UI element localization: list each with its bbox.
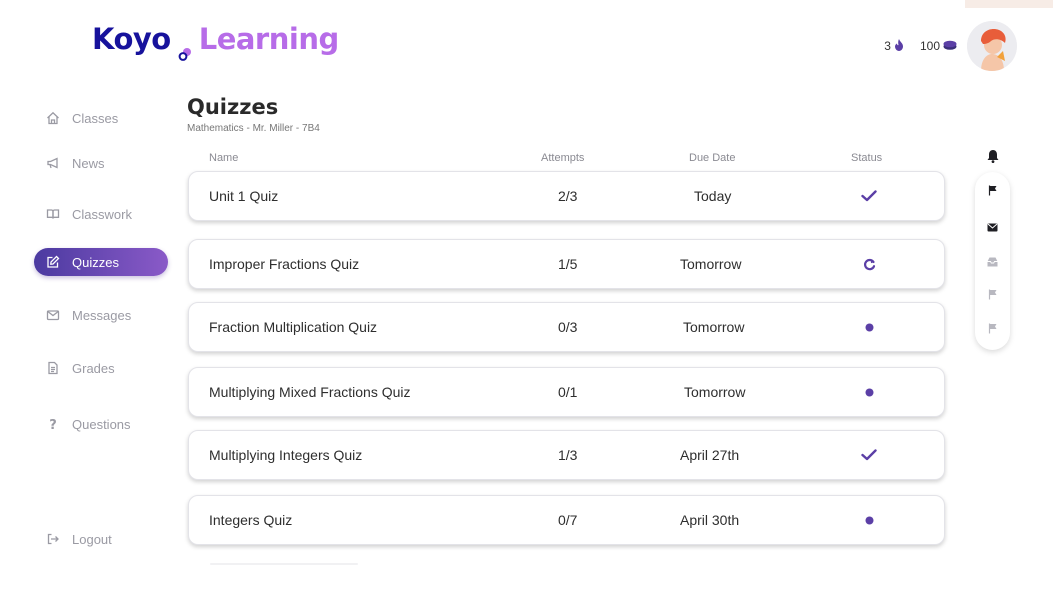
quiz-due-date: Tomorrow bbox=[684, 384, 746, 400]
sidebar-item-classwork[interactable]: Classwork bbox=[34, 200, 168, 228]
flag-icon[interactable] bbox=[986, 322, 999, 335]
edit-icon bbox=[34, 255, 72, 269]
column-header-name[interactable]: Name bbox=[209, 152, 238, 164]
bell-icon[interactable] bbox=[987, 149, 999, 168]
coin-stack-icon bbox=[943, 39, 957, 53]
column-header-due-date[interactable]: Due Date bbox=[689, 152, 735, 164]
sidebar-item-label: Classes bbox=[72, 110, 119, 126]
sidebar-item-quizzes[interactable]: Quizzes bbox=[34, 248, 168, 276]
quiz-name: Integers Quiz bbox=[209, 512, 293, 528]
checkmark-icon bbox=[859, 431, 879, 479]
sidebar-item-label: Messages bbox=[72, 307, 132, 323]
sidebar-item-grades[interactable]: Grades bbox=[34, 354, 168, 382]
page-subtitle: Mathematics - Mr. Miller - 7B4 bbox=[187, 123, 320, 134]
logo-swirl-icon bbox=[178, 34, 192, 61]
streak-count: 3 bbox=[884, 39, 891, 53]
sidebar-item-label: Quizzes bbox=[72, 254, 119, 270]
corner-tab bbox=[965, 0, 1053, 8]
list-fade-divider bbox=[210, 563, 358, 565]
flag-icon[interactable] bbox=[986, 184, 999, 197]
logout-label: Logout bbox=[72, 531, 112, 547]
quiz-attempts: 0/1 bbox=[558, 384, 578, 400]
sidebar-item-label: Grades bbox=[72, 360, 115, 376]
logout-button[interactable]: Logout bbox=[34, 525, 168, 553]
quiz-due-date: Tomorrow bbox=[683, 319, 745, 335]
quiz-name: Fraction Multiplication Quiz bbox=[209, 319, 378, 335]
question-icon: ? bbox=[34, 417, 72, 431]
quiz-name: Improper Fractions Quiz bbox=[209, 256, 360, 272]
quiz-attempts: 1/5 bbox=[558, 256, 578, 272]
sidebar-item-classes[interactable]: Classes bbox=[34, 104, 168, 132]
column-header-attempts[interactable]: Attempts bbox=[541, 152, 584, 164]
quiz-due-date: Today bbox=[694, 188, 732, 204]
book-icon bbox=[34, 207, 72, 221]
checkmark-icon bbox=[859, 172, 879, 220]
sidebar-item-label: Questions bbox=[72, 416, 131, 432]
pending-dot-icon bbox=[859, 368, 879, 416]
quiz-attempts: 0/3 bbox=[558, 319, 578, 335]
quiz-row[interactable]: Integers Quiz 0/7 April 30th bbox=[188, 495, 945, 545]
brand-name-part2: Learning bbox=[198, 22, 340, 56]
quiz-attempts: 1/3 bbox=[558, 447, 578, 463]
right-rail bbox=[975, 172, 1010, 350]
quiz-attempts: 0/7 bbox=[558, 512, 578, 528]
envelope-icon bbox=[34, 308, 72, 322]
sidebar-item-news[interactable]: News bbox=[34, 149, 168, 177]
document-icon bbox=[34, 361, 72, 375]
flag-icon[interactable] bbox=[986, 288, 999, 301]
user-stats: 3 100 bbox=[884, 21, 1017, 71]
home-icon bbox=[34, 111, 72, 125]
quiz-row[interactable]: Multiplying Mixed Fractions Quiz 0/1 Tom… bbox=[188, 367, 945, 417]
quiz-due-date: Tomorrow bbox=[680, 256, 742, 272]
quiz-row[interactable]: Improper Fractions Quiz 1/5 Tomorrow bbox=[188, 239, 945, 289]
sidebar-item-label: Classwork bbox=[72, 206, 132, 222]
retry-icon[interactable] bbox=[859, 240, 879, 288]
quiz-attempts: 2/3 bbox=[558, 188, 578, 204]
column-header-status[interactable]: Status bbox=[851, 152, 882, 164]
flame-icon bbox=[894, 38, 904, 54]
streak-stat: 3 bbox=[884, 38, 904, 54]
sidebar-item-questions[interactable]: ? Questions bbox=[34, 410, 168, 438]
quiz-row[interactable]: Unit 1 Quiz 2/3 Today bbox=[188, 171, 945, 221]
brand-name-part1: Koyo bbox=[92, 22, 171, 56]
svg-text:?: ? bbox=[49, 418, 57, 431]
sidebar-item-label: News bbox=[72, 155, 105, 171]
quiz-row[interactable]: Fraction Multiplication Quiz 0/3 Tomorro… bbox=[188, 302, 945, 352]
quiz-due-date: April 27th bbox=[680, 447, 740, 463]
pending-dot-icon bbox=[859, 496, 879, 544]
quiz-name: Multiplying Mixed Fractions Quiz bbox=[209, 384, 411, 400]
page-title: Quizzes bbox=[187, 95, 279, 119]
sidebar-item-messages[interactable]: Messages bbox=[34, 301, 168, 329]
envelope-icon[interactable] bbox=[986, 221, 999, 234]
inbox-icon[interactable] bbox=[986, 255, 999, 268]
avatar-icon[interactable] bbox=[967, 21, 1017, 71]
logout-icon bbox=[34, 532, 72, 546]
brand-logo[interactable]: Koyo Learning bbox=[92, 22, 340, 61]
quiz-due-date: April 30th bbox=[680, 512, 740, 528]
pending-dot-icon bbox=[859, 303, 879, 351]
coins-count: 100 bbox=[919, 39, 940, 53]
megaphone-icon bbox=[34, 156, 72, 170]
quiz-name: Multiplying Integers Quiz bbox=[209, 447, 363, 463]
quiz-row[interactable]: Multiplying Integers Quiz 1/3 April 27th bbox=[188, 430, 945, 480]
quiz-name: Unit 1 Quiz bbox=[209, 188, 279, 204]
coins-stat: 100 bbox=[920, 39, 957, 53]
